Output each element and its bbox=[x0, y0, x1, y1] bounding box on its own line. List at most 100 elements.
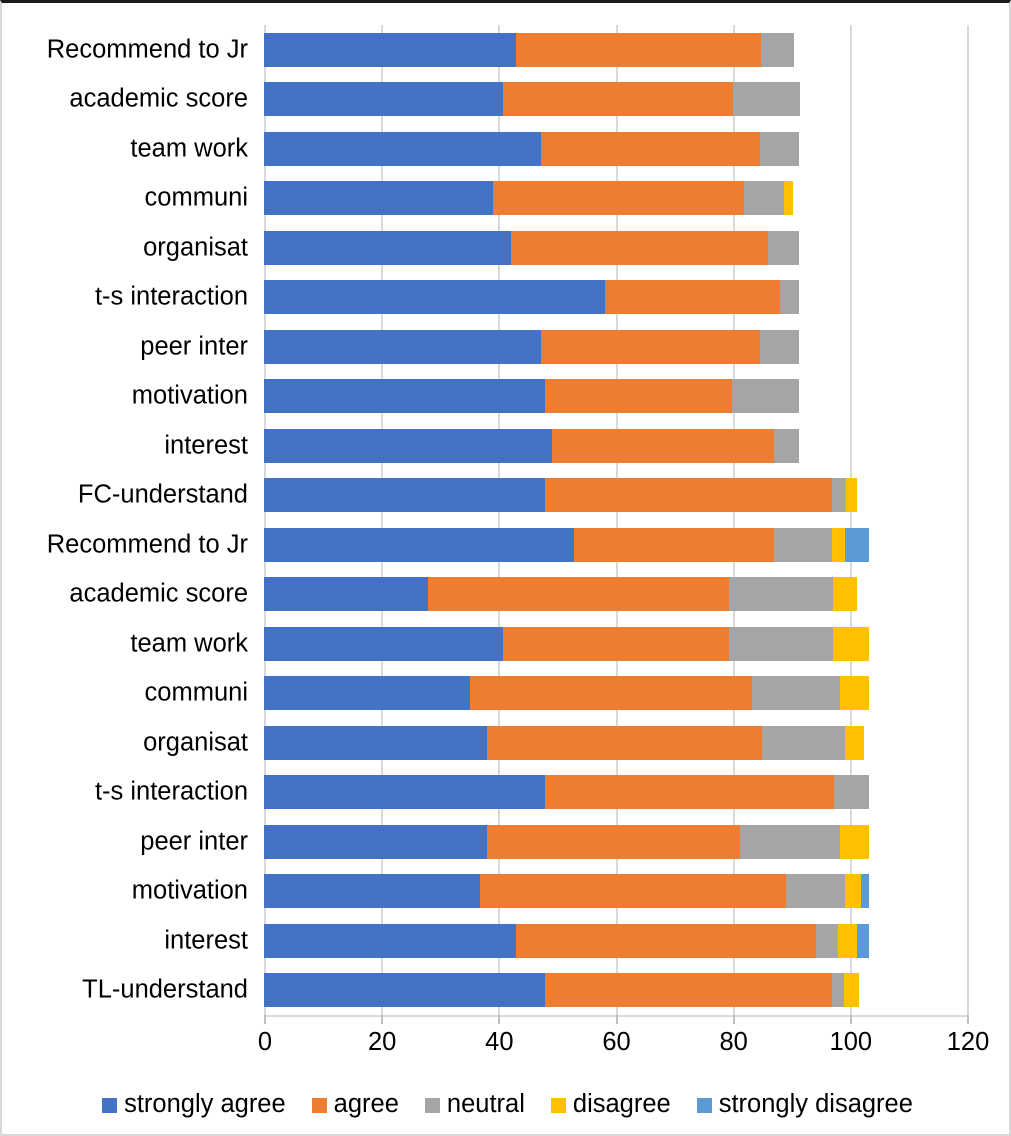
bar-segment-neutral bbox=[779, 280, 799, 315]
bar-row bbox=[264, 577, 967, 612]
bar-segment-neutral bbox=[831, 478, 847, 513]
plot-area bbox=[264, 25, 969, 1015]
bar-segment-agree bbox=[428, 577, 729, 612]
bar-segment-disagree bbox=[838, 923, 858, 958]
y-axis-category-labels: Recommend to Jr academic score team work co… bbox=[8, 25, 256, 1015]
bar-segment-neutral bbox=[767, 230, 799, 265]
bar-segment-disagree bbox=[845, 874, 861, 909]
bar-segment-neutral bbox=[831, 973, 844, 1008]
bar-segment-neutral bbox=[761, 32, 795, 67]
legend-item[interactable]: agree bbox=[311, 1090, 399, 1119]
x-tick-label: 20 bbox=[367, 1028, 397, 1056]
gridline-100 bbox=[849, 25, 852, 1015]
legend-label: strongly disagree bbox=[718, 1090, 913, 1119]
x-tick-60 bbox=[615, 1015, 618, 1024]
bar-segment-neutral bbox=[760, 131, 800, 166]
y-axis-label: motivation bbox=[131, 381, 248, 410]
bar-segment-agree bbox=[516, 923, 816, 958]
bar-segment-strongly-agree bbox=[264, 181, 494, 216]
bar-segment-strongly-agree bbox=[264, 32, 517, 67]
bar-segment-agree bbox=[541, 131, 761, 166]
y-axis-label: interest bbox=[164, 431, 248, 459]
bar-segment-agree bbox=[486, 824, 741, 859]
bar-segment-neutral bbox=[773, 428, 799, 463]
bar-segment-strongly-agree bbox=[264, 676, 471, 711]
bar-segment-agree bbox=[503, 626, 729, 661]
y-axis-label: peer inter bbox=[140, 332, 248, 360]
legend-item[interactable]: disagree bbox=[550, 1092, 671, 1118]
bar-row bbox=[264, 775, 967, 810]
legend-swatch-icon bbox=[102, 1097, 118, 1113]
bar-segment-disagree bbox=[833, 626, 869, 661]
bar-segment-agree bbox=[516, 32, 762, 67]
bar-segment-neutral bbox=[728, 626, 834, 661]
y-axis-label: communi bbox=[144, 678, 248, 707]
x-tick-label: 40 bbox=[485, 1028, 514, 1056]
gridline-120 bbox=[967, 25, 969, 1015]
y-axis-label: t-s interaction bbox=[94, 282, 248, 311]
y-axis-label: academic score bbox=[69, 579, 248, 608]
bar-segment-strongly-disagree bbox=[845, 527, 869, 562]
bar-segment-agree bbox=[493, 181, 745, 216]
bar-segment-strongly-agree bbox=[264, 527, 575, 562]
bar-row bbox=[264, 478, 967, 513]
bar-segment-disagree bbox=[845, 725, 865, 760]
bar-segment-disagree bbox=[846, 478, 858, 513]
bar-segment-agree bbox=[470, 676, 752, 711]
bar-segment-neutral bbox=[834, 775, 869, 810]
bar-segment-strongly-disagree bbox=[857, 923, 869, 958]
bar-segment-strongly-agree bbox=[264, 725, 487, 760]
bar-segment-strongly-agree bbox=[264, 775, 546, 810]
y-axis-label: academic score bbox=[69, 84, 248, 113]
bar-segment-neutral bbox=[744, 181, 785, 216]
gridline-0 bbox=[264, 25, 266, 1015]
bar-segment-strongly-agree bbox=[264, 280, 605, 315]
y-axis-label: organisat bbox=[143, 233, 248, 261]
bar-segment-strongly-agree bbox=[264, 329, 541, 364]
bar-segment-agree bbox=[540, 329, 761, 364]
bar-segment-disagree bbox=[840, 824, 869, 859]
bar-segment-agree bbox=[545, 775, 834, 810]
bar-segment-agree bbox=[503, 82, 733, 117]
bar-row bbox=[264, 527, 967, 562]
bar-segment-disagree bbox=[831, 527, 846, 562]
bar-row bbox=[264, 32, 967, 67]
stacked-bar-chart: Recommend to Jr academic score team work co… bbox=[0, 0, 1011, 1136]
y-axis-label: team work bbox=[130, 629, 248, 657]
legend-swatch-icon bbox=[696, 1097, 712, 1113]
bar-segment-strongly-agree bbox=[264, 577, 429, 612]
gridline-80 bbox=[732, 25, 735, 1015]
y-axis-label: motivation bbox=[131, 876, 248, 905]
bar-segment-agree bbox=[552, 428, 774, 463]
x-tick-20 bbox=[381, 1015, 384, 1024]
bar-segment-agree bbox=[486, 725, 762, 760]
bar-segment-strongly-agree bbox=[264, 874, 481, 909]
legend-item[interactable]: neutral bbox=[424, 1092, 525, 1118]
bar-row bbox=[264, 626, 967, 661]
bar-segment-neutral bbox=[760, 329, 799, 364]
bar-segment-agree bbox=[480, 874, 786, 909]
bar-row bbox=[264, 725, 967, 760]
bar-segment-agree bbox=[545, 973, 832, 1008]
bar-segment-strongly-disagree bbox=[860, 874, 869, 909]
bar-segment-disagree bbox=[784, 181, 793, 216]
y-axis-label: Recommend to Jr bbox=[46, 35, 248, 63]
gridline-40 bbox=[498, 25, 501, 1015]
bar-segment-strongly-agree bbox=[264, 973, 546, 1008]
x-tick-0 bbox=[264, 1015, 266, 1024]
bar-segment-strongly-agree bbox=[264, 824, 487, 859]
legend-label: agree bbox=[333, 1090, 399, 1119]
bar-segment-neutral bbox=[785, 874, 846, 909]
legend-item[interactable]: strongly disagree bbox=[696, 1090, 913, 1119]
bar-segment-disagree bbox=[840, 676, 869, 711]
legend-label: strongly agree bbox=[124, 1090, 286, 1119]
y-axis-label: FC-understand bbox=[77, 480, 248, 509]
x-axis-tick-labels: 0 20 40 60 80 100 120 bbox=[2, 1028, 1009, 1064]
bar-row bbox=[264, 82, 967, 117]
bar-segment-strongly-agree bbox=[264, 82, 504, 117]
x-tick-label: 0 bbox=[257, 1028, 273, 1056]
bar-segment-agree bbox=[545, 379, 733, 414]
bar-segment-neutral bbox=[773, 527, 832, 562]
legend-item[interactable]: strongly agree bbox=[102, 1092, 286, 1118]
y-axis-label: TL-understand bbox=[82, 975, 248, 1004]
